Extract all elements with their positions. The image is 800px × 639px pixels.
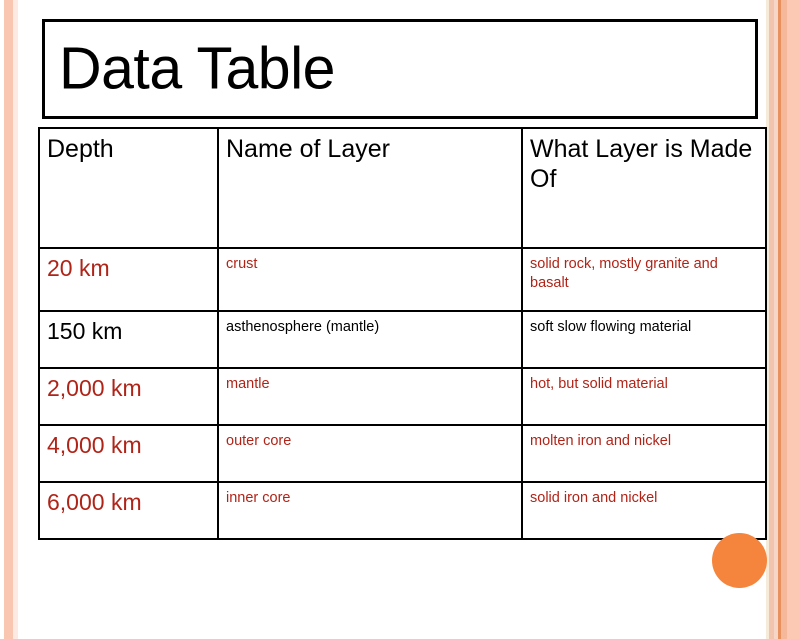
slide-canvas: Data Table Depth Name of Layer What Laye…: [0, 0, 800, 639]
cell-name: mantle: [217, 367, 523, 426]
cell-made-of: solid rock, mostly granite and basalt: [521, 247, 767, 312]
table-row: 2,000 km mantle hot, but solid material: [38, 367, 767, 426]
cell-name: inner core: [217, 481, 523, 540]
table-header-row: Depth Name of Layer What Layer is Made O…: [38, 127, 767, 249]
title-placeholder-box: Data Table: [42, 19, 758, 119]
table-row: 150 km asthenosphere (mantle) soft slow fl…: [38, 310, 767, 369]
column-header-name: Name of Layer: [217, 127, 523, 249]
data-table: Depth Name of Layer What Layer is Made O…: [38, 127, 767, 540]
cell-name: outer core: [217, 424, 523, 483]
cell-depth: 20 km: [38, 247, 219, 312]
column-header-made-of: What Layer is Made Of: [521, 127, 767, 249]
slide-title: Data Table: [59, 35, 336, 102]
left-border-stripe-2: [13, 0, 18, 639]
cell-depth: 4,000 km: [38, 424, 219, 483]
cell-depth: 2,000 km: [38, 367, 219, 426]
orange-circle-decoration: [712, 533, 767, 588]
column-header-depth: Depth: [38, 127, 219, 249]
cell-made-of: soft slow flowing material: [521, 310, 767, 369]
table-row: 20 km crust solid rock, mostly granite and…: [38, 247, 767, 312]
cell-made-of: solid iron and nickel: [521, 481, 767, 540]
cell-depth: 150 km: [38, 310, 219, 369]
table-header: Depth Name of Layer What Layer is Made O…: [38, 127, 767, 249]
table-body: 20 km crust solid rock, mostly granite and…: [38, 247, 767, 540]
table-row: 6,000 km inner core solid iron and nickel: [38, 481, 767, 540]
cell-made-of: hot, but solid material: [521, 367, 767, 426]
cell-depth: 6,000 km: [38, 481, 219, 540]
cell-name: asthenosphere (mantle): [217, 310, 523, 369]
right-border-stripe-6: [787, 0, 800, 639]
cell-made-of: molten iron and nickel: [521, 424, 767, 483]
table-row: 4,000 km outer core molten iron and nickel: [38, 424, 767, 483]
left-border-stripe-1: [4, 0, 13, 639]
cell-name: crust: [217, 247, 523, 312]
